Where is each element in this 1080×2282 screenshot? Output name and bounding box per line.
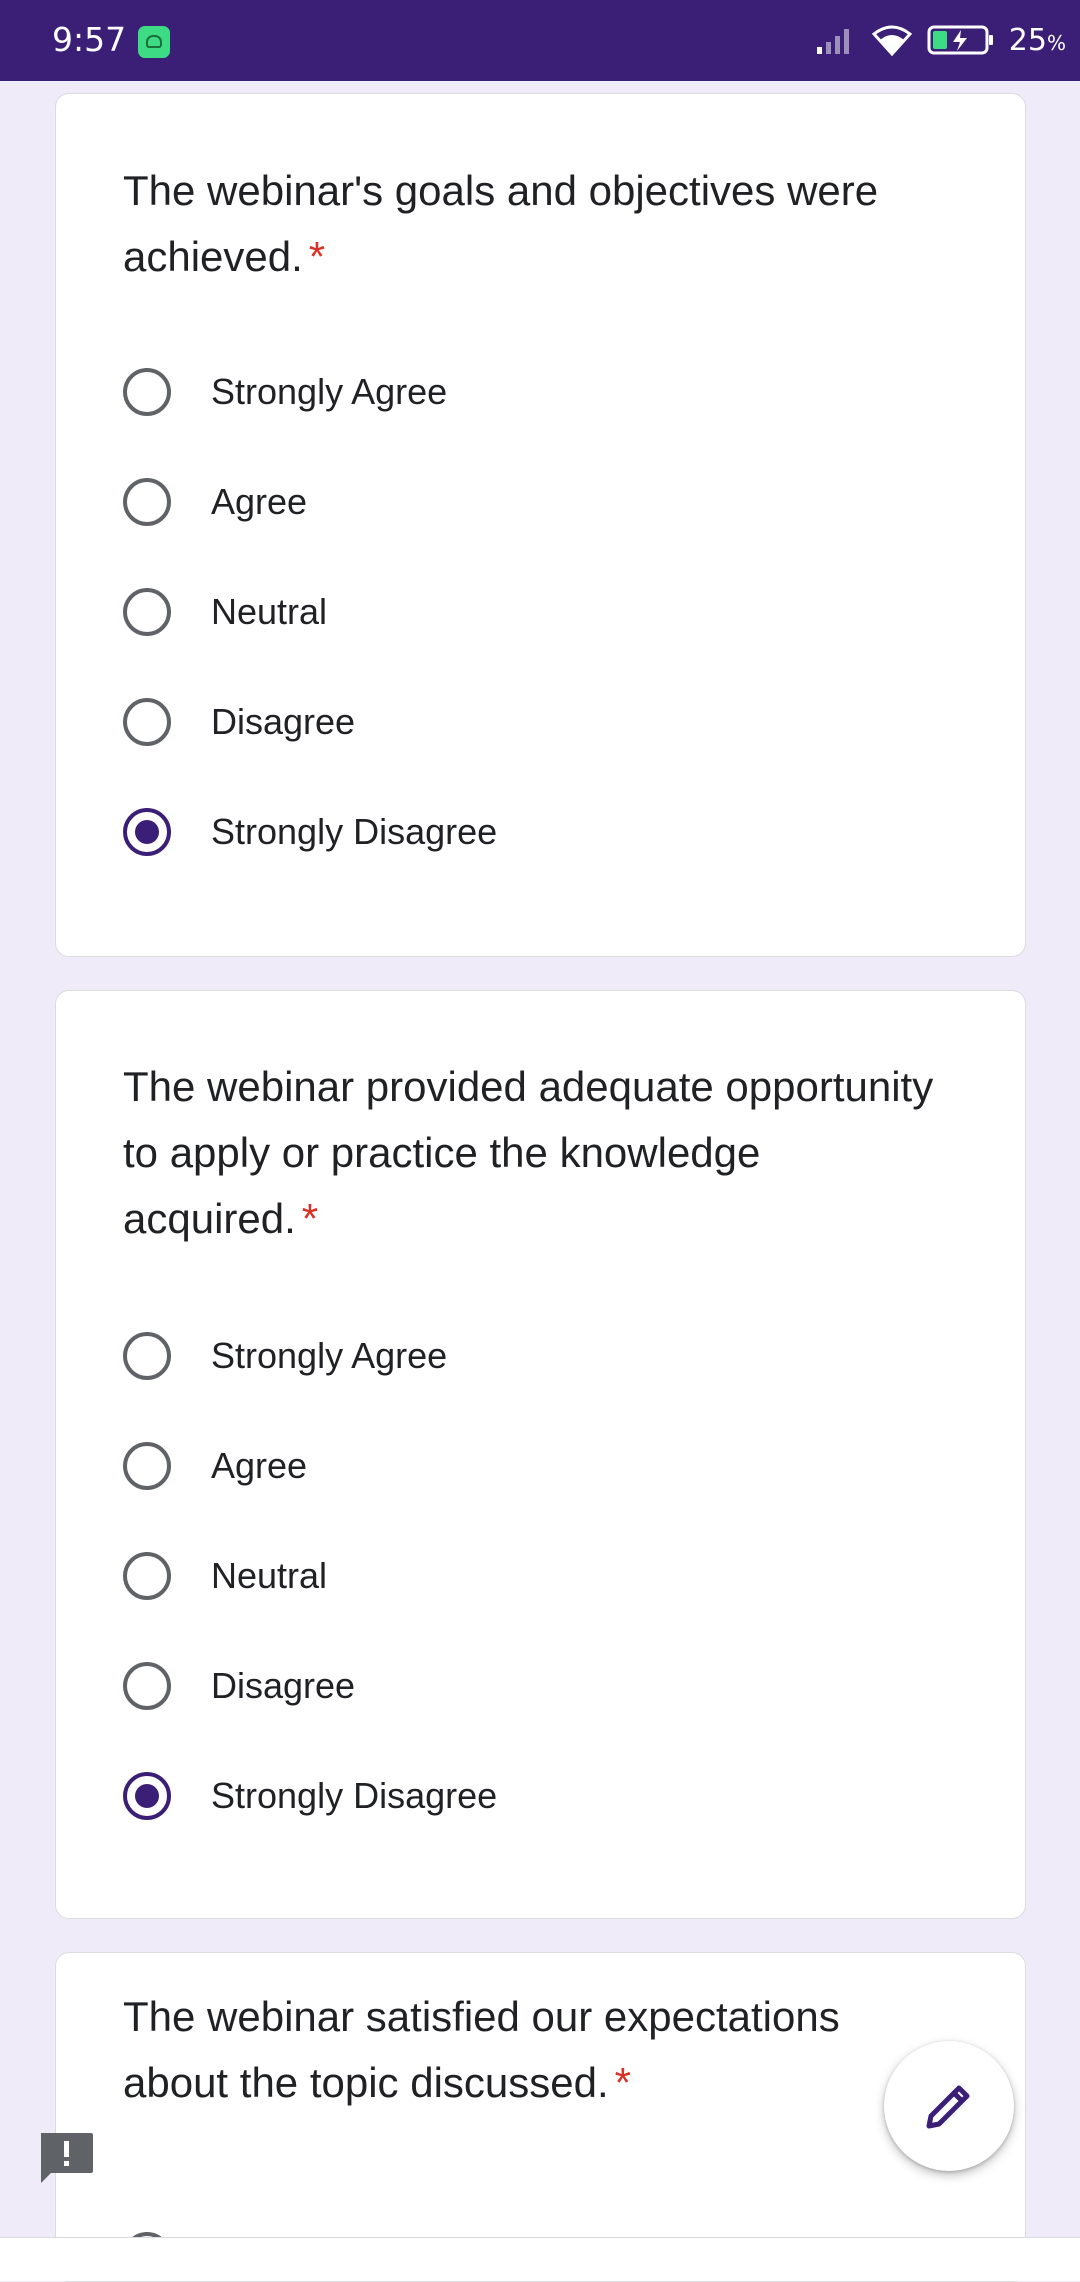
required-asterisk: * bbox=[308, 233, 326, 280]
radio-option-neutral[interactable]: Neutral bbox=[123, 1541, 327, 1611]
required-asterisk: * bbox=[301, 1195, 319, 1242]
battery-charging-icon bbox=[927, 25, 993, 55]
radio-button-selected[interactable] bbox=[123, 808, 171, 856]
report-abuse-button[interactable] bbox=[37, 2131, 95, 2183]
wifi-icon bbox=[871, 25, 912, 56]
radio-button[interactable] bbox=[123, 478, 171, 526]
option-label: Agree bbox=[211, 1445, 308, 1486]
radio-option-agree[interactable]: Agree bbox=[123, 467, 307, 537]
radio-button[interactable] bbox=[123, 588, 171, 636]
status-time: 9:57 bbox=[52, 20, 127, 59]
radio-option-strongly-agree[interactable]: Strongly Agree bbox=[123, 1321, 447, 1391]
radio-option-strongly-disagree[interactable]: Strongly Disagree bbox=[123, 797, 497, 867]
edit-fab-button[interactable] bbox=[884, 2041, 1014, 2171]
option-label: Disagree bbox=[211, 701, 356, 742]
report-icon bbox=[41, 2133, 93, 2183]
option-label: Strongly Disagree bbox=[211, 811, 498, 852]
option-label: Disagree bbox=[211, 1665, 356, 1706]
radio-button[interactable] bbox=[123, 368, 171, 416]
battery-percentage: 25% bbox=[1008, 22, 1066, 58]
option-label: Strongly Disagree bbox=[211, 1775, 498, 1816]
radio-option-strongly-agree[interactable]: Strongly Agree bbox=[123, 357, 447, 427]
option-label: Strongly Agree bbox=[211, 1335, 448, 1376]
radio-button[interactable] bbox=[123, 1662, 171, 1710]
option-label: Strongly Agree bbox=[211, 371, 448, 412]
question-title: The webinar provided adequate opportunit… bbox=[123, 1063, 934, 1242]
question-card-2: The webinar provided adequate opportunit… bbox=[55, 990, 1026, 1919]
radio-button[interactable] bbox=[123, 698, 171, 746]
radio-button[interactable] bbox=[123, 1332, 171, 1380]
bottom-bar bbox=[0, 2237, 1080, 2281]
radio-option-disagree[interactable]: Disagree bbox=[123, 1651, 355, 1721]
radio-option-agree[interactable]: Agree bbox=[123, 1431, 307, 1501]
radio-option-disagree[interactable]: Disagree bbox=[123, 687, 355, 757]
required-asterisk: * bbox=[614, 2059, 632, 2106]
option-label: Neutral bbox=[211, 1555, 328, 1596]
signal-icon bbox=[816, 29, 849, 54]
radio-button[interactable] bbox=[123, 1552, 171, 1600]
option-label: Neutral bbox=[211, 591, 328, 632]
option-label: Agree bbox=[211, 481, 308, 522]
radio-option-strongly-disagree[interactable]: Strongly Disagree bbox=[123, 1761, 497, 1831]
question-card-1: The webinar's goals and objectives were … bbox=[55, 93, 1026, 957]
question-card-3: The webinar satisfied our expectations a… bbox=[55, 1952, 1026, 2282]
question-title: The webinar satisfied our expectations a… bbox=[123, 1993, 840, 2106]
question-title: The webinar's goals and objectives were … bbox=[123, 167, 879, 280]
radio-option-neutral[interactable]: Neutral bbox=[123, 577, 327, 647]
status-icons: 25% bbox=[815, 20, 1066, 60]
radio-button[interactable] bbox=[123, 1442, 171, 1490]
radio-button-selected[interactable] bbox=[123, 1772, 171, 1820]
notification-app-icon bbox=[138, 26, 170, 58]
status-bar: 9:57 25% bbox=[0, 0, 1080, 81]
pencil-icon bbox=[926, 2085, 970, 2129]
